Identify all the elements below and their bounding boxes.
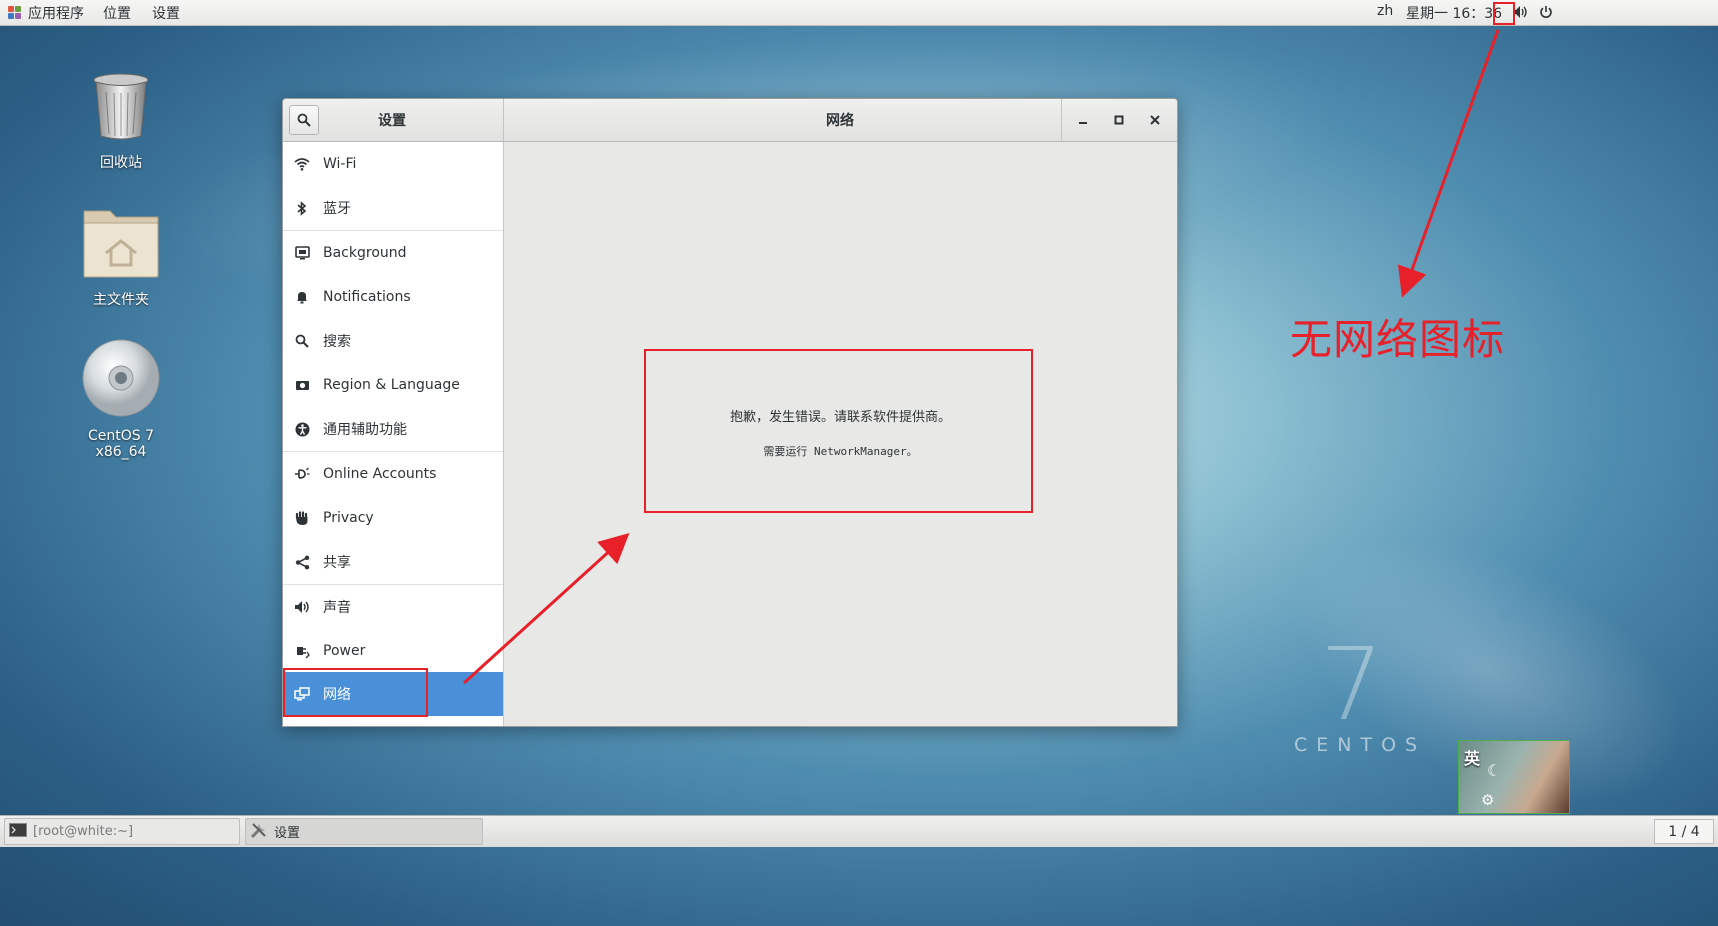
ime-mode-label: 英 — [1464, 749, 1481, 768]
settings-tools-icon — [250, 821, 268, 843]
annotation-text: 无网络图标 — [1290, 315, 1506, 364]
annotation-arrow-down — [1397, 29, 1500, 298]
terminal-icon — [9, 822, 27, 841]
ime-widget[interactable]: 英 ☾ ⚙ — [1458, 740, 1570, 814]
workspace-switcher[interactable]: 1 / 4 — [1654, 819, 1714, 844]
settings-task-label: 设置 — [274, 826, 301, 841]
settings-task[interactable]: 设置 — [245, 818, 483, 845]
annotation-arrow-up — [462, 532, 630, 685]
terminal-task-label: [root@white:~] — [33, 824, 134, 839]
terminal-task[interactable]: [root@white:~] — [4, 818, 240, 845]
bottom-taskbar: [root@white:~] 设置 1 / 4 — [0, 815, 1718, 847]
gear-icon: ⚙ — [1481, 791, 1495, 809]
moon-icon: ☾ — [1487, 761, 1502, 780]
